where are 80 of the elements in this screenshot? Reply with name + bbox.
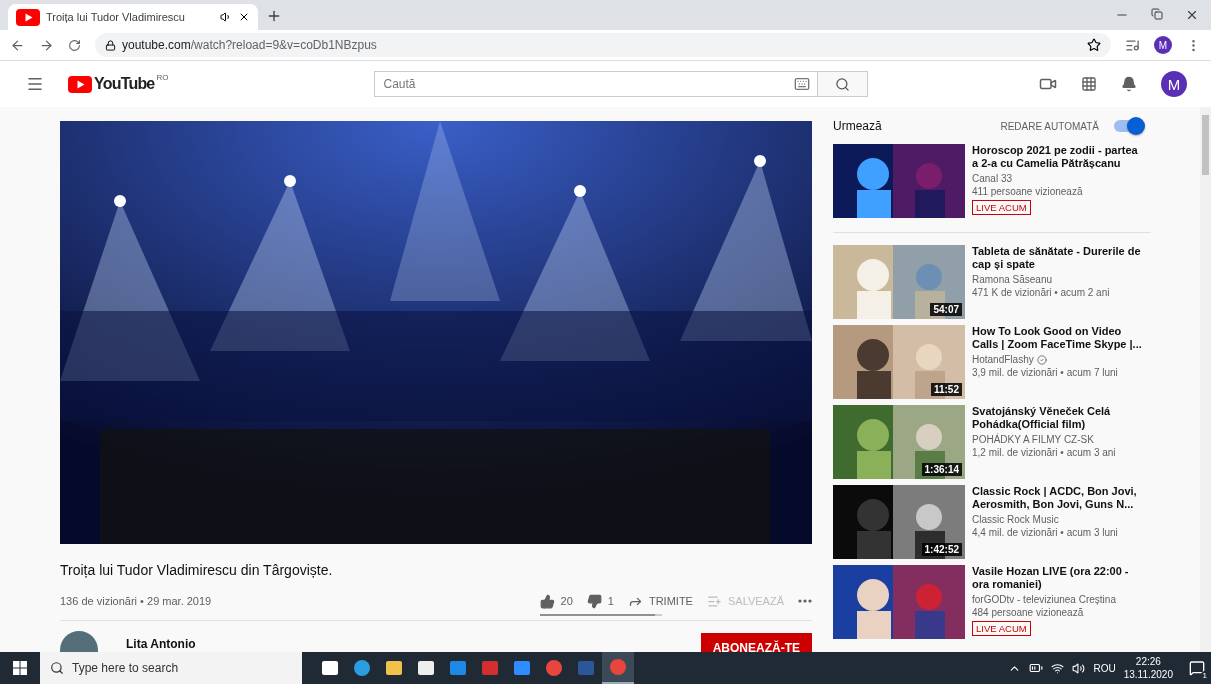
circle-app-icon[interactable] [545,659,563,677]
wifi-icon[interactable] [1051,661,1065,675]
close-icon[interactable] [238,11,250,23]
search-icon [50,661,64,675]
video-duration: 1:36:14 [921,463,962,476]
back-icon[interactable] [10,37,25,53]
channel-name[interactable]: forGODtv - televiziunea Creștina [972,594,1116,605]
region-label: RO [156,73,169,82]
youtube-logo-icon [16,8,40,26]
video-stats: 1,2 mil. de vizionări • acum 3 ani [972,447,1117,458]
channel-name[interactable]: Ramona Săseanu [972,274,1053,285]
restore-icon[interactable] [1151,8,1163,20]
channel-name[interactable]: Lita Antonio [126,637,196,651]
dislike-button[interactable]: 1 [586,593,614,609]
url-text: youtube.com/watch?reload=9&v=coDb1NBzpus [122,38,377,52]
video-title[interactable]: Classic Rock | ACDC, Bon Jovi, Aerosmith, Bon Jovi, Guns N... [972,485,1142,511]
forward-icon[interactable] [39,37,54,53]
video-title[interactable]: Tableta de sănătate - Durerile de cap și spate [972,245,1142,271]
browser-tab[interactable]: Troița lui Tudor Vladimirescu [8,4,258,30]
notification-icon[interactable] [1189,660,1205,676]
close-icon[interactable] [1185,8,1199,22]
video-stats: 484 persoane vizionează [972,607,1085,618]
logo-text[interactable]: YouTube [94,75,155,93]
up-next-heading: Urmează [833,119,882,133]
video-stats: 411 persoane vizionează [972,186,1084,197]
app-icon[interactable] [417,659,435,677]
video-duration: 54:07 [930,303,962,316]
search-icon [835,76,851,92]
view-count: 136 de vizionări • 29 mar. 2019 [60,595,212,607]
media-queue-icon[interactable] [1125,37,1140,53]
live-badge: LIVE ACUM [972,200,1031,215]
channel-name[interactable]: POHÁDKY A FILMY CZ-SK [972,434,1094,445]
video-title[interactable]: Svatojánský Věneček Celá Pohádka(Official film) [972,405,1142,431]
channel-name[interactable]: Classic Rock Music [972,514,1059,525]
more-icon [798,599,812,603]
taskbar-clock[interactable]: 22:26 13.11.2020 [1123,655,1173,681]
live-badge: LIVE ACUM [972,621,1031,636]
like-icon [539,593,555,609]
search-field[interactable]: Caută [374,71,819,97]
account-avatar[interactable]: M [1161,71,1187,97]
language-indicator[interactable]: ROU [1093,662,1116,674]
new-tab-icon[interactable] [266,8,282,24]
autoplay-label: REDARE AUTOMATĂ [1000,120,1099,132]
taskbar-search-field[interactable]: Type here to search [40,652,302,684]
lock-icon [105,39,116,51]
app-icon[interactable] [385,659,403,677]
video-title: Troița lui Tudor Vladimirescu din Târgoviște. [60,562,334,578]
video-title[interactable]: Vasile Hozan LIVE (ora 22:00 - ora romaniei) [972,565,1142,591]
menu-icon[interactable] [26,75,44,93]
video-title[interactable]: Horoscop 2021 pe zodii - partea a 2-a cu Camelia Pătrășcanu [972,144,1142,170]
youtube-logo-icon [68,75,92,93]
apps-icon[interactable] [1081,76,1097,92]
video-stats: 471 K de vizionări • acum 2 ani [972,287,1111,298]
star-icon[interactable] [1087,38,1101,52]
scrollbar[interactable] [1200,107,1211,652]
reload-icon[interactable] [68,38,81,52]
volume-icon[interactable] [1072,661,1086,675]
bell-icon[interactable] [1121,76,1137,92]
video-stats: 3,9 mil. de vizionări • acum 7 luni [972,367,1119,378]
video-duration: 1:42:52 [921,543,962,556]
speaker-icon[interactable] [220,11,232,23]
like-button[interactable]: 20 [539,593,573,609]
share-button[interactable]: TRIMITE [627,593,693,609]
video-stats: 4,4 mil. de vizionări • acum 3 luni [972,527,1119,538]
profile-avatar[interactable]: M [1154,36,1172,54]
video-title[interactable]: How To Look Good on Video Calls | Zoom FaceTime Skype |... [972,325,1142,351]
task-view-icon[interactable] [321,659,339,677]
subscribe-button[interactable]: ABONEAZĂ-TE [700,633,812,652]
address-bar[interactable]: youtube.com/watch?reload=9&v=coDb1NBzpus [95,33,1111,57]
keyboard-icon[interactable] [794,76,811,92]
channel-name[interactable]: Canal 33 [972,173,1013,184]
more-button[interactable] [798,599,812,603]
channel-name[interactable]: HotandFlashy [972,354,1034,365]
search-button[interactable] [818,71,869,97]
windows-icon[interactable] [13,661,27,675]
dislike-icon [586,593,602,609]
video-duration: 11:52 [930,383,962,396]
notification-count: 1 [1200,671,1209,680]
save-icon [706,593,722,609]
battery-icon[interactable] [1029,661,1044,675]
